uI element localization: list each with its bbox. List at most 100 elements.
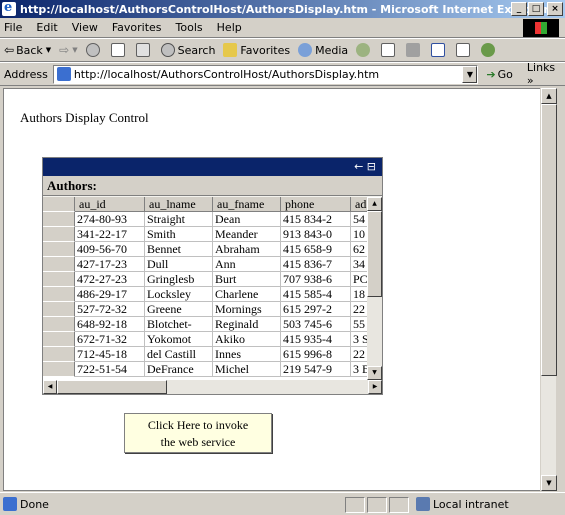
grid-scroll-left-button[interactable]: ◀ <box>43 380 57 394</box>
table-cell[interactable]: Innes <box>213 347 281 362</box>
table-cell[interactable]: 415 658-9 <box>281 242 351 257</box>
table-cell[interactable]: Straight <box>145 212 213 227</box>
column-header[interactable]: au_id <box>75 197 145 212</box>
column-header[interactable]: phone <box>281 197 351 212</box>
table-cell[interactable]: 427-17-23 <box>75 257 145 272</box>
grid-table[interactable]: au_id au_lname au_fname phone ad 274-80-… <box>43 197 382 380</box>
column-header[interactable]: au_fname <box>213 197 281 212</box>
table-cell[interactable]: 472-27-23 <box>75 272 145 287</box>
row-header[interactable] <box>43 227 75 242</box>
table-cell[interactable]: Burt <box>213 272 281 287</box>
table-row[interactable]: 648-92-18 Blotchet- Reginald 503 745-6 55 <box>43 317 379 332</box>
table-cell[interactable]: Bennet <box>145 242 213 257</box>
close-button[interactable]: × <box>547 2 563 16</box>
address-input[interactable]: http://localhost/AuthorsControlHost/Auth… <box>52 64 479 84</box>
row-header[interactable] <box>43 257 75 272</box>
home-button[interactable] <box>135 43 153 57</box>
row-header[interactable] <box>43 332 75 347</box>
menu-edit[interactable]: Edit <box>36 21 57 34</box>
table-row[interactable]: 672-71-32 Yokomot Akiko 415 935-4 3 S <box>43 332 379 347</box>
minimize-button[interactable]: _ <box>511 2 527 16</box>
column-header[interactable]: au_lname <box>145 197 213 212</box>
table-cell[interactable]: 672-71-32 <box>75 332 145 347</box>
table-cell[interactable]: 707 938-6 <box>281 272 351 287</box>
maximize-button[interactable]: □ <box>528 2 544 16</box>
scroll-up-button[interactable]: ▲ <box>541 88 557 104</box>
media-button[interactable]: Media <box>298 43 348 57</box>
table-cell[interactable]: 415 585-4 <box>281 287 351 302</box>
table-cell[interactable]: Dull <box>145 257 213 272</box>
table-cell[interactable]: 615 297-2 <box>281 302 351 317</box>
back-button[interactable]: ⇦ Back ▼ <box>4 43 51 57</box>
row-header[interactable] <box>43 287 75 302</box>
edit-button[interactable] <box>431 43 448 57</box>
table-row[interactable]: 722-51-54 DeFrance Michel 219 547-9 3 B <box>43 362 379 377</box>
table-cell[interactable]: Blotchet- <box>145 317 213 332</box>
grid-horizontal-scrollbar[interactable]: ◀ ▶ <box>43 380 382 394</box>
menu-view[interactable]: View <box>72 21 98 34</box>
table-cell[interactable]: Reginald <box>213 317 281 332</box>
messenger-button[interactable] <box>481 43 498 57</box>
go-button[interactable]: ➔ Go <box>486 68 512 81</box>
row-header[interactable] <box>43 212 75 227</box>
invoke-web-service-button[interactable]: Click Here to invoke the web service <box>124 413 272 453</box>
table-row[interactable]: 472-27-23 Gringlesb Burt 707 938-6 PC <box>43 272 379 287</box>
table-row[interactable]: 527-72-32 Greene Mornings 615 297-2 22 <box>43 302 379 317</box>
grid-navigation-icons[interactable]: ← ⊟ <box>354 160 376 173</box>
grid-hscroll-thumb[interactable] <box>57 380 167 394</box>
table-row[interactable]: 341-22-17 Smith Meander 913 843-0 10 <box>43 227 379 242</box>
table-cell[interactable]: Gringlesb <box>145 272 213 287</box>
table-cell[interactable]: 913 843-0 <box>281 227 351 242</box>
grid-scroll-thumb[interactable] <box>367 211 382 297</box>
stop-button[interactable] <box>85 43 103 57</box>
table-cell[interactable]: 486-29-17 <box>75 287 145 302</box>
table-cell[interactable]: 712-45-18 <box>75 347 145 362</box>
row-header[interactable] <box>43 242 75 257</box>
table-cell[interactable]: Meander <box>213 227 281 242</box>
table-cell[interactable]: Smith <box>145 227 213 242</box>
page-scrollbar[interactable]: ▲ ▼ <box>540 88 557 491</box>
table-cell[interactable]: Abraham <box>213 242 281 257</box>
table-cell[interactable]: Charlene <box>213 287 281 302</box>
discuss-button[interactable] <box>456 43 473 57</box>
table-cell[interactable]: 274-80-93 <box>75 212 145 227</box>
menu-tools[interactable]: Tools <box>176 21 203 34</box>
search-button[interactable]: Search <box>160 43 215 57</box>
table-row[interactable]: 712-45-18 del Castill Innes 615 996-8 22 <box>43 347 379 362</box>
refresh-button[interactable] <box>110 43 128 57</box>
table-cell[interactable]: Yokomot <box>145 332 213 347</box>
menu-favorites[interactable]: Favorites <box>112 21 162 34</box>
table-row[interactable]: 409-56-70 Bennet Abraham 415 658-9 62 <box>43 242 379 257</box>
grid-scroll-right-button[interactable]: ▶ <box>368 380 382 394</box>
table-cell[interactable]: 503 745-6 <box>281 317 351 332</box>
table-cell[interactable]: Dean <box>213 212 281 227</box>
grid-vertical-scrollbar[interactable]: ▲ ▼ <box>367 197 382 380</box>
table-cell[interactable]: 615 996-8 <box>281 347 351 362</box>
grid-scroll-down-button[interactable]: ▼ <box>367 366 382 380</box>
table-cell[interactable]: 722-51-54 <box>75 362 145 377</box>
table-row[interactable]: 486-29-17 Locksley Charlene 415 585-4 18 <box>43 287 379 302</box>
address-dropdown-button[interactable]: ▼ <box>462 65 478 83</box>
table-cell[interactable]: 415 834-2 <box>281 212 351 227</box>
row-header[interactable] <box>43 272 75 287</box>
table-cell[interactable]: Mornings <box>213 302 281 317</box>
forward-button[interactable]: ⇨ ▼ <box>59 43 77 57</box>
table-cell[interactable]: del Castill <box>145 347 213 362</box>
table-cell[interactable]: Greene <box>145 302 213 317</box>
row-header[interactable] <box>43 302 75 317</box>
row-header[interactable] <box>43 317 75 332</box>
table-cell[interactable]: Ann <box>213 257 281 272</box>
table-cell[interactable]: Akiko <box>213 332 281 347</box>
grid-scroll-up-button[interactable]: ▲ <box>367 197 382 211</box>
table-row[interactable]: 427-17-23 Dull Ann 415 836-7 34 <box>43 257 379 272</box>
mail-button[interactable] <box>381 43 398 57</box>
table-cell[interactable]: DeFrance <box>145 362 213 377</box>
table-cell[interactable]: Locksley <box>145 287 213 302</box>
history-button[interactable] <box>356 43 373 57</box>
authors-datagrid[interactable]: ← ⊟ Authors: au_id au_lname au_fname pho… <box>42 157 383 395</box>
row-header[interactable] <box>43 347 75 362</box>
scroll-down-button[interactable]: ▼ <box>541 475 557 491</box>
table-cell[interactable]: 219 547-9 <box>281 362 351 377</box>
table-cell[interactable]: 415 836-7 <box>281 257 351 272</box>
table-cell[interactable]: Michel <box>213 362 281 377</box>
